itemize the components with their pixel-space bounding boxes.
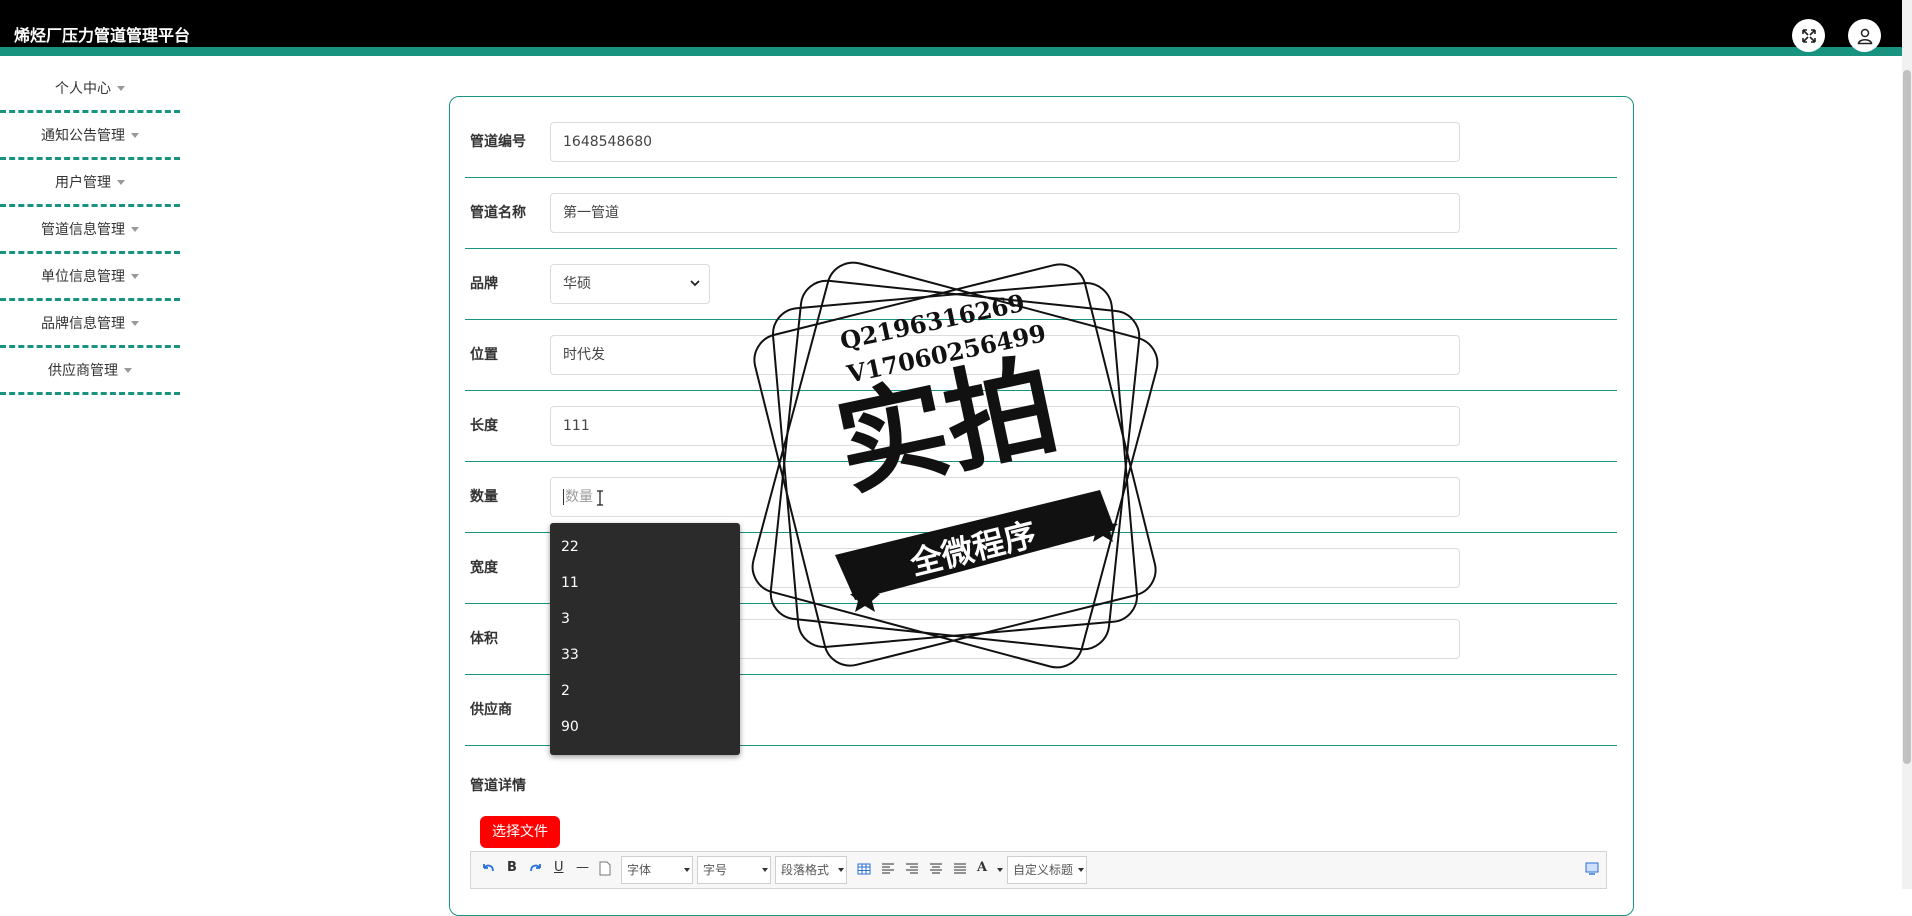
- autocomplete-option[interactable]: 33: [550, 637, 740, 673]
- underline-icon[interactable]: U: [554, 860, 564, 875]
- scrollbar-thumb[interactable]: [1903, 70, 1911, 764]
- sidebar-item-units[interactable]: 单位信息管理: [0, 254, 180, 301]
- sidebar-item-brands[interactable]: 品牌信息管理: [0, 301, 180, 348]
- quantity-label: 数量: [470, 489, 498, 505]
- choose-file-button[interactable]: 选择文件: [480, 816, 560, 848]
- sidebar-item-personal-center[interactable]: 个人中心: [0, 66, 180, 113]
- horizontal-rule-icon[interactable]: —: [576, 860, 589, 875]
- caret-down-icon: [997, 868, 1003, 872]
- autocomplete-option[interactable]: 22: [550, 529, 740, 565]
- sidebar-item-notice[interactable]: 通知公告管理: [0, 113, 180, 160]
- fullscreen-button[interactable]: [1792, 19, 1825, 52]
- sidebar-item-label: 个人中心: [55, 81, 111, 97]
- brand-select[interactable]: 华硕: [550, 264, 710, 304]
- autocomplete-option[interactable]: 3: [550, 601, 740, 637]
- autocomplete-option[interactable]: 11: [550, 565, 740, 601]
- custom-title-label: 自定义标题: [1013, 863, 1074, 877]
- autocomplete-option[interactable]: 2: [550, 673, 740, 709]
- sidebar-item-pipes[interactable]: 管道信息管理: [0, 207, 180, 254]
- user-menu-button[interactable]: [1848, 19, 1881, 52]
- page-scrollbar[interactable]: [1902, 0, 1912, 889]
- text-caret: [563, 489, 564, 505]
- caret-down-icon: [117, 85, 125, 91]
- brand-label: 品牌: [470, 276, 498, 292]
- text-cursor-icon: [597, 490, 603, 506]
- caret-down-icon: [131, 273, 139, 279]
- sidebar-item-label: 通知公告管理: [41, 128, 125, 144]
- sidebar-item-label: 用户管理: [55, 175, 111, 191]
- bold-icon[interactable]: B: [507, 860, 517, 875]
- sidebar-item-label: 管道信息管理: [41, 222, 125, 238]
- autocomplete-option[interactable]: 90: [550, 709, 740, 745]
- caret-down-icon: [124, 367, 132, 373]
- watermark-stamp: Q2196316269 V17060256499 实拍 全微程序: [745, 255, 1165, 679]
- quantity-autocomplete-list: 22 11 3 33 2 90: [550, 523, 740, 755]
- font-family-select[interactable]: 字体: [621, 856, 693, 884]
- location-label: 位置: [470, 347, 498, 363]
- align-right-icon[interactable]: [905, 863, 919, 875]
- preview-icon[interactable]: [1585, 862, 1599, 875]
- sidebar-item-suppliers[interactable]: 供应商管理: [0, 348, 180, 395]
- volume-label: 体积: [470, 631, 498, 647]
- pipe-name-label: 管道名称: [470, 205, 526, 221]
- sidebar-nav: 个人中心 通知公告管理 用户管理 管道信息管理 单位信息管理 品牌信息管理 供应…: [0, 66, 180, 395]
- sidebar-item-users[interactable]: 用户管理: [0, 160, 180, 207]
- sidebar-item-label: 供应商管理: [48, 363, 118, 379]
- font-family-label: 字体: [627, 863, 652, 877]
- pipe-no-input[interactable]: 1648548680: [550, 122, 1460, 162]
- caret-down-icon: [684, 868, 690, 872]
- paragraph-format-label: 段落格式: [781, 863, 830, 877]
- sidebar-item-label: 单位信息管理: [41, 269, 125, 285]
- paragraph-format-select[interactable]: 段落格式: [775, 856, 847, 884]
- sidebar-item-label: 品牌信息管理: [41, 316, 125, 332]
- font-color-icon[interactable]: A: [977, 860, 987, 875]
- width-label: 宽度: [470, 560, 498, 576]
- table-icon[interactable]: [857, 863, 871, 875]
- brand-selected-value: 华硕: [563, 276, 591, 292]
- quantity-placeholder: 数量: [565, 489, 593, 505]
- rich-text-toolbar: B U — 字体 字号 段落格式 A 自定义标题: [470, 851, 1607, 889]
- align-left-icon[interactable]: [881, 863, 895, 875]
- align-center-icon[interactable]: [929, 863, 943, 875]
- length-label: 长度: [470, 418, 498, 434]
- top-header-bar: 烯烃厂压力管道管理平台: [0, 0, 1902, 56]
- form-row-pipe-name: 管道名称 第一管道: [465, 178, 1617, 249]
- expand-icon: [1801, 28, 1816, 43]
- pipe-details-label: 管道详情: [470, 778, 526, 794]
- form-row-pipe-no: 管道编号 1648548680: [465, 107, 1617, 178]
- chevron-down-icon: [690, 280, 700, 287]
- caret-down-icon: [762, 868, 768, 872]
- app-title: 烯烃厂压力管道管理平台: [14, 26, 191, 45]
- redo-icon[interactable]: [529, 862, 543, 876]
- custom-title-select[interactable]: 自定义标题: [1007, 856, 1087, 884]
- caret-down-icon: [131, 320, 139, 326]
- font-size-select[interactable]: 字号: [697, 856, 771, 884]
- caret-down-icon: [1078, 868, 1084, 872]
- caret-down-icon: [117, 179, 125, 185]
- pipe-no-label: 管道编号: [470, 134, 526, 150]
- supplier-label: 供应商: [470, 702, 512, 718]
- pipe-name-input[interactable]: 第一管道: [550, 193, 1460, 233]
- align-justify-icon[interactable]: [953, 863, 967, 875]
- caret-down-icon: [131, 132, 139, 138]
- document-icon[interactable]: [599, 861, 611, 876]
- caret-down-icon: [131, 226, 139, 232]
- font-size-label: 字号: [703, 863, 728, 877]
- caret-down-icon: [838, 868, 844, 872]
- user-icon: [1857, 28, 1872, 44]
- undo-icon[interactable]: [481, 862, 495, 876]
